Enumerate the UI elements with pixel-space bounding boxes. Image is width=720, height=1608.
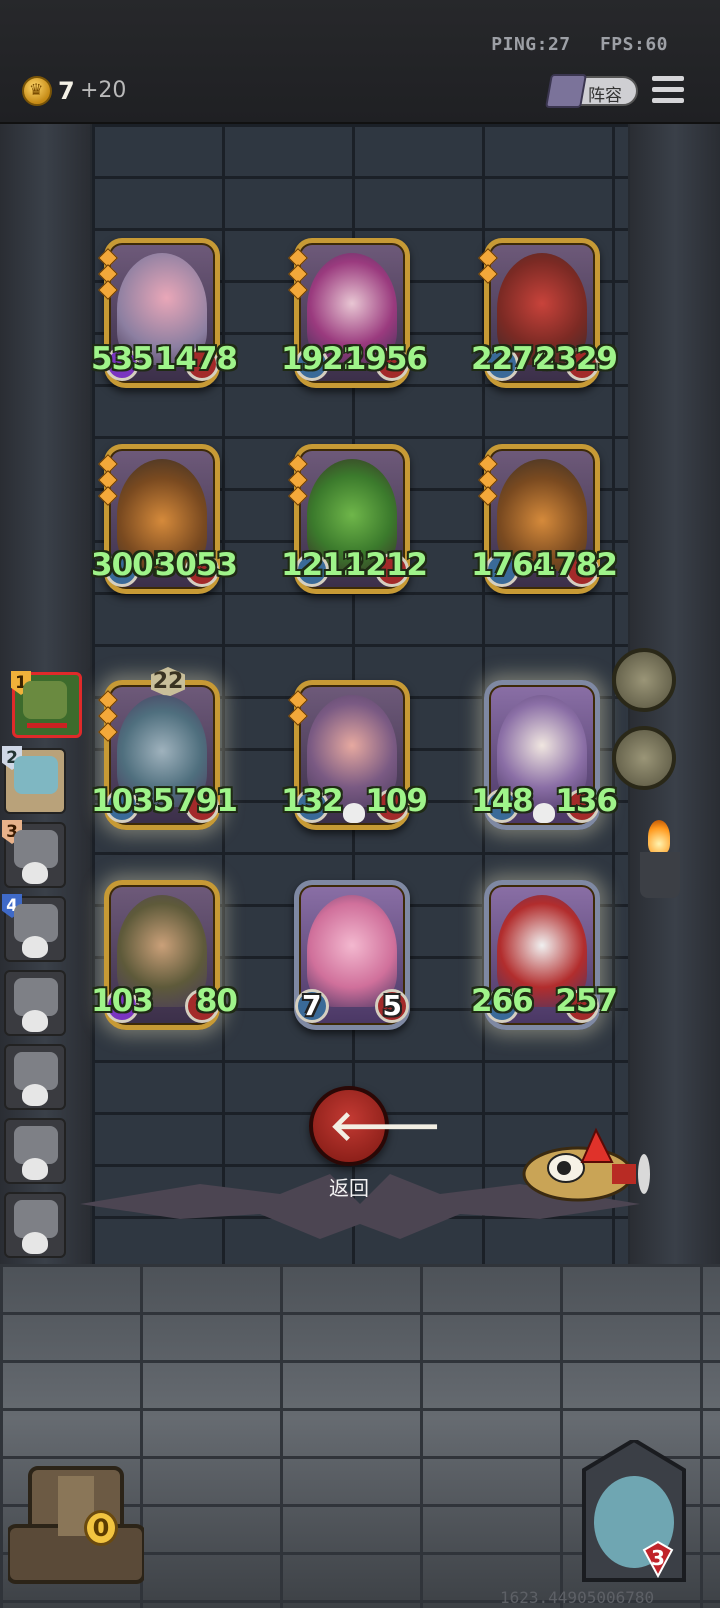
chest-icon[interactable] bbox=[8, 1446, 144, 1586]
roster-slot[interactable]: 1 bbox=[11, 671, 82, 738]
skull-icon bbox=[533, 803, 555, 823]
health-value: 1782 bbox=[534, 547, 618, 583]
skull-icon bbox=[22, 1010, 48, 1032]
health-value: 3053 bbox=[154, 547, 238, 583]
attack-value: 266 bbox=[471, 983, 534, 1019]
coin-icon bbox=[22, 76, 52, 106]
health-value: 136 bbox=[555, 783, 618, 819]
ping-readout: PING:27 bbox=[491, 34, 571, 55]
player-card[interactable]: 148 136 bbox=[471, 680, 618, 830]
roster-slot[interactable]: 3 bbox=[2, 820, 66, 888]
zombie-avatar bbox=[14, 756, 58, 794]
skull-icon bbox=[22, 936, 48, 958]
player-roster: 1 2 3 4 bbox=[0, 671, 82, 1272]
roster-slot[interactable] bbox=[4, 1044, 66, 1110]
torch-flame bbox=[648, 820, 670, 854]
enemy-card[interactable]: 1212 1212 bbox=[281, 444, 428, 594]
health-value: 5 bbox=[382, 989, 403, 1022]
enemy-card[interactable]: 1764 1782 bbox=[471, 444, 618, 594]
roster-slot[interactable] bbox=[4, 1118, 66, 1184]
lineup-button[interactable]: 阵容 bbox=[545, 74, 638, 108]
health-value: 1956 bbox=[344, 341, 428, 377]
lives-count: 3 bbox=[651, 1546, 665, 1570]
shield-icon[interactable] bbox=[612, 648, 676, 712]
enemy-card[interactable]: 2274 2329 bbox=[471, 238, 618, 388]
attack-value: 1035 bbox=[91, 783, 174, 819]
attack-value: 132 bbox=[281, 783, 344, 819]
health-value: 109 bbox=[365, 783, 428, 819]
player-card[interactable]: 103 80 bbox=[91, 880, 238, 1030]
skull-icon bbox=[22, 1084, 48, 1106]
skull-icon bbox=[22, 1158, 48, 1180]
attack-value: 148 bbox=[471, 783, 534, 819]
health-value: 791 bbox=[175, 783, 238, 819]
health-bar bbox=[27, 723, 67, 728]
coin-amount: 7 bbox=[58, 77, 75, 105]
player-card[interactable]: 132 109 bbox=[281, 680, 428, 830]
book-icon bbox=[545, 74, 587, 108]
health-value: 1212 bbox=[344, 547, 428, 583]
debug-text: 1623.44905006780 bbox=[500, 1588, 655, 1607]
menu-icon[interactable] bbox=[652, 76, 684, 106]
player-card[interactable]: 7 5 bbox=[294, 880, 410, 1030]
roster-slot[interactable] bbox=[4, 970, 66, 1036]
top-bar: PING:27 FPS:60 7 +20 阵容 bbox=[0, 0, 720, 125]
skull-icon bbox=[22, 1232, 48, 1254]
goblin-avatar bbox=[23, 681, 67, 719]
enemy-card[interactable]: 535 1478 bbox=[91, 238, 238, 388]
back-button-label: 返回 bbox=[329, 1176, 369, 1200]
enemy-card[interactable]: 3005 3053 bbox=[91, 444, 238, 594]
arrow-left-icon: 🡐 bbox=[329, 1101, 442, 1150]
health-value: 1478 bbox=[154, 341, 238, 377]
torch-holder bbox=[640, 852, 680, 898]
roster-slot[interactable]: 2 bbox=[2, 746, 66, 814]
roster-slot[interactable]: 4 bbox=[2, 894, 66, 962]
coin-bonus: +20 bbox=[80, 78, 127, 103]
blimp-icon[interactable] bbox=[516, 1126, 656, 1210]
shield-icon[interactable] bbox=[612, 726, 676, 790]
player-card[interactable]: 266 257 bbox=[471, 880, 618, 1030]
health-value: 80 bbox=[195, 983, 238, 1019]
attack-value: 535 bbox=[91, 341, 154, 377]
player-card[interactable]: 22 1035 791 bbox=[91, 667, 238, 830]
lineup-label: 阵容 bbox=[588, 86, 622, 106]
back-button[interactable]: 🡐 bbox=[309, 1086, 442, 1166]
chest-count: 0 bbox=[84, 1510, 118, 1546]
skull-icon bbox=[22, 862, 48, 884]
roster-slot[interactable] bbox=[4, 1192, 66, 1258]
attack-value: 103 bbox=[91, 983, 154, 1019]
fps-readout: FPS:60 bbox=[599, 34, 668, 55]
enemy-card[interactable]: 1922 1956 bbox=[281, 238, 428, 388]
network-status: PING:27 FPS:60 bbox=[473, 34, 668, 55]
health-value: 2329 bbox=[534, 341, 618, 377]
health-value: 257 bbox=[555, 983, 618, 1019]
skull-icon bbox=[343, 803, 365, 823]
attack-value: 7 bbox=[302, 989, 322, 1022]
